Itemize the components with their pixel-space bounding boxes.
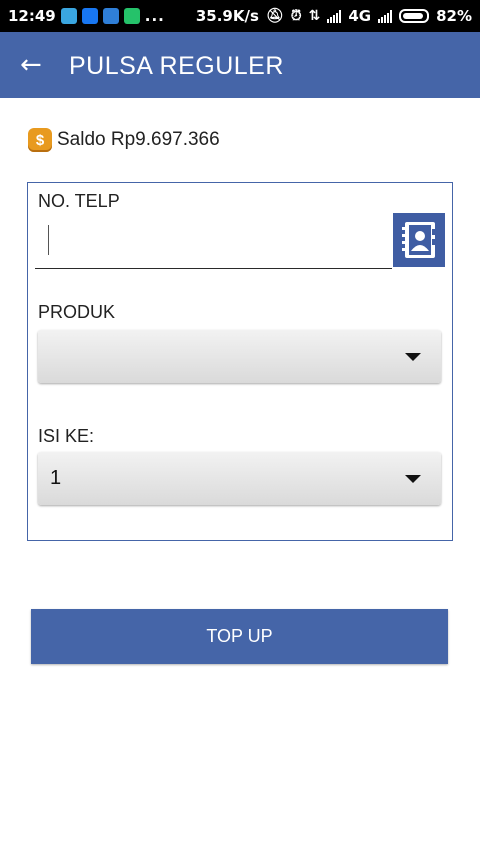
dropdown-arrow-icon (405, 475, 421, 483)
phone-input[interactable] (35, 213, 392, 269)
count-selected-value: 1 (50, 467, 62, 489)
app-bar: ← PULSA REGULER (0, 32, 480, 98)
topup-button[interactable]: TOP UP (31, 609, 448, 664)
alarm-icon: ⏰︎ (290, 8, 302, 24)
status-time: 12:49 (8, 7, 56, 25)
notification-app-icon (60, 8, 77, 24)
network-speed: 35.9K/s (195, 7, 259, 25)
data-transfer-icon: ⇅ (308, 8, 321, 24)
battery-level: 82% (436, 7, 472, 25)
money-bag-icon: $ (28, 128, 52, 152)
mute-icon: 🔕︎ (265, 8, 284, 24)
signal-icon (327, 9, 342, 23)
status-bar: 12:49 ... 35.9K/s 🔕︎ ⏰︎ ⇅ 4G 82% (0, 0, 480, 32)
topup-form: NO. TELP PRODUK ISI KE: 1 (27, 182, 453, 541)
product-label: PRODUK (38, 302, 116, 322)
balance-row: $ Saldo Rp9.697.366 (28, 128, 220, 152)
product-select[interactable] (38, 330, 441, 383)
status-bar-left: 12:49 ... (8, 7, 165, 25)
notification-app-icon (123, 8, 140, 24)
status-bar-right: 35.9K/s 🔕︎ ⏰︎ ⇅ 4G 82% (196, 7, 472, 25)
page-title: PULSA REGULER (69, 52, 284, 80)
phone-label: NO. TELP (38, 191, 120, 211)
contacts-book-icon (402, 222, 435, 258)
balance-label: Saldo Rp9.697.366 (57, 129, 220, 150)
notification-app-icon (81, 8, 98, 24)
signal-icon (378, 9, 393, 23)
network-type: 4G (348, 7, 372, 25)
status-more: ... (144, 7, 165, 25)
contact-picker-button[interactable] (393, 213, 445, 267)
text-cursor (48, 225, 49, 255)
battery-icon (399, 9, 430, 23)
back-arrow-icon[interactable]: ← (20, 52, 42, 78)
notification-app-icon (102, 8, 119, 24)
count-select[interactable]: 1 (38, 452, 441, 505)
count-label: ISI KE: (38, 426, 95, 446)
dropdown-arrow-icon (405, 353, 421, 361)
